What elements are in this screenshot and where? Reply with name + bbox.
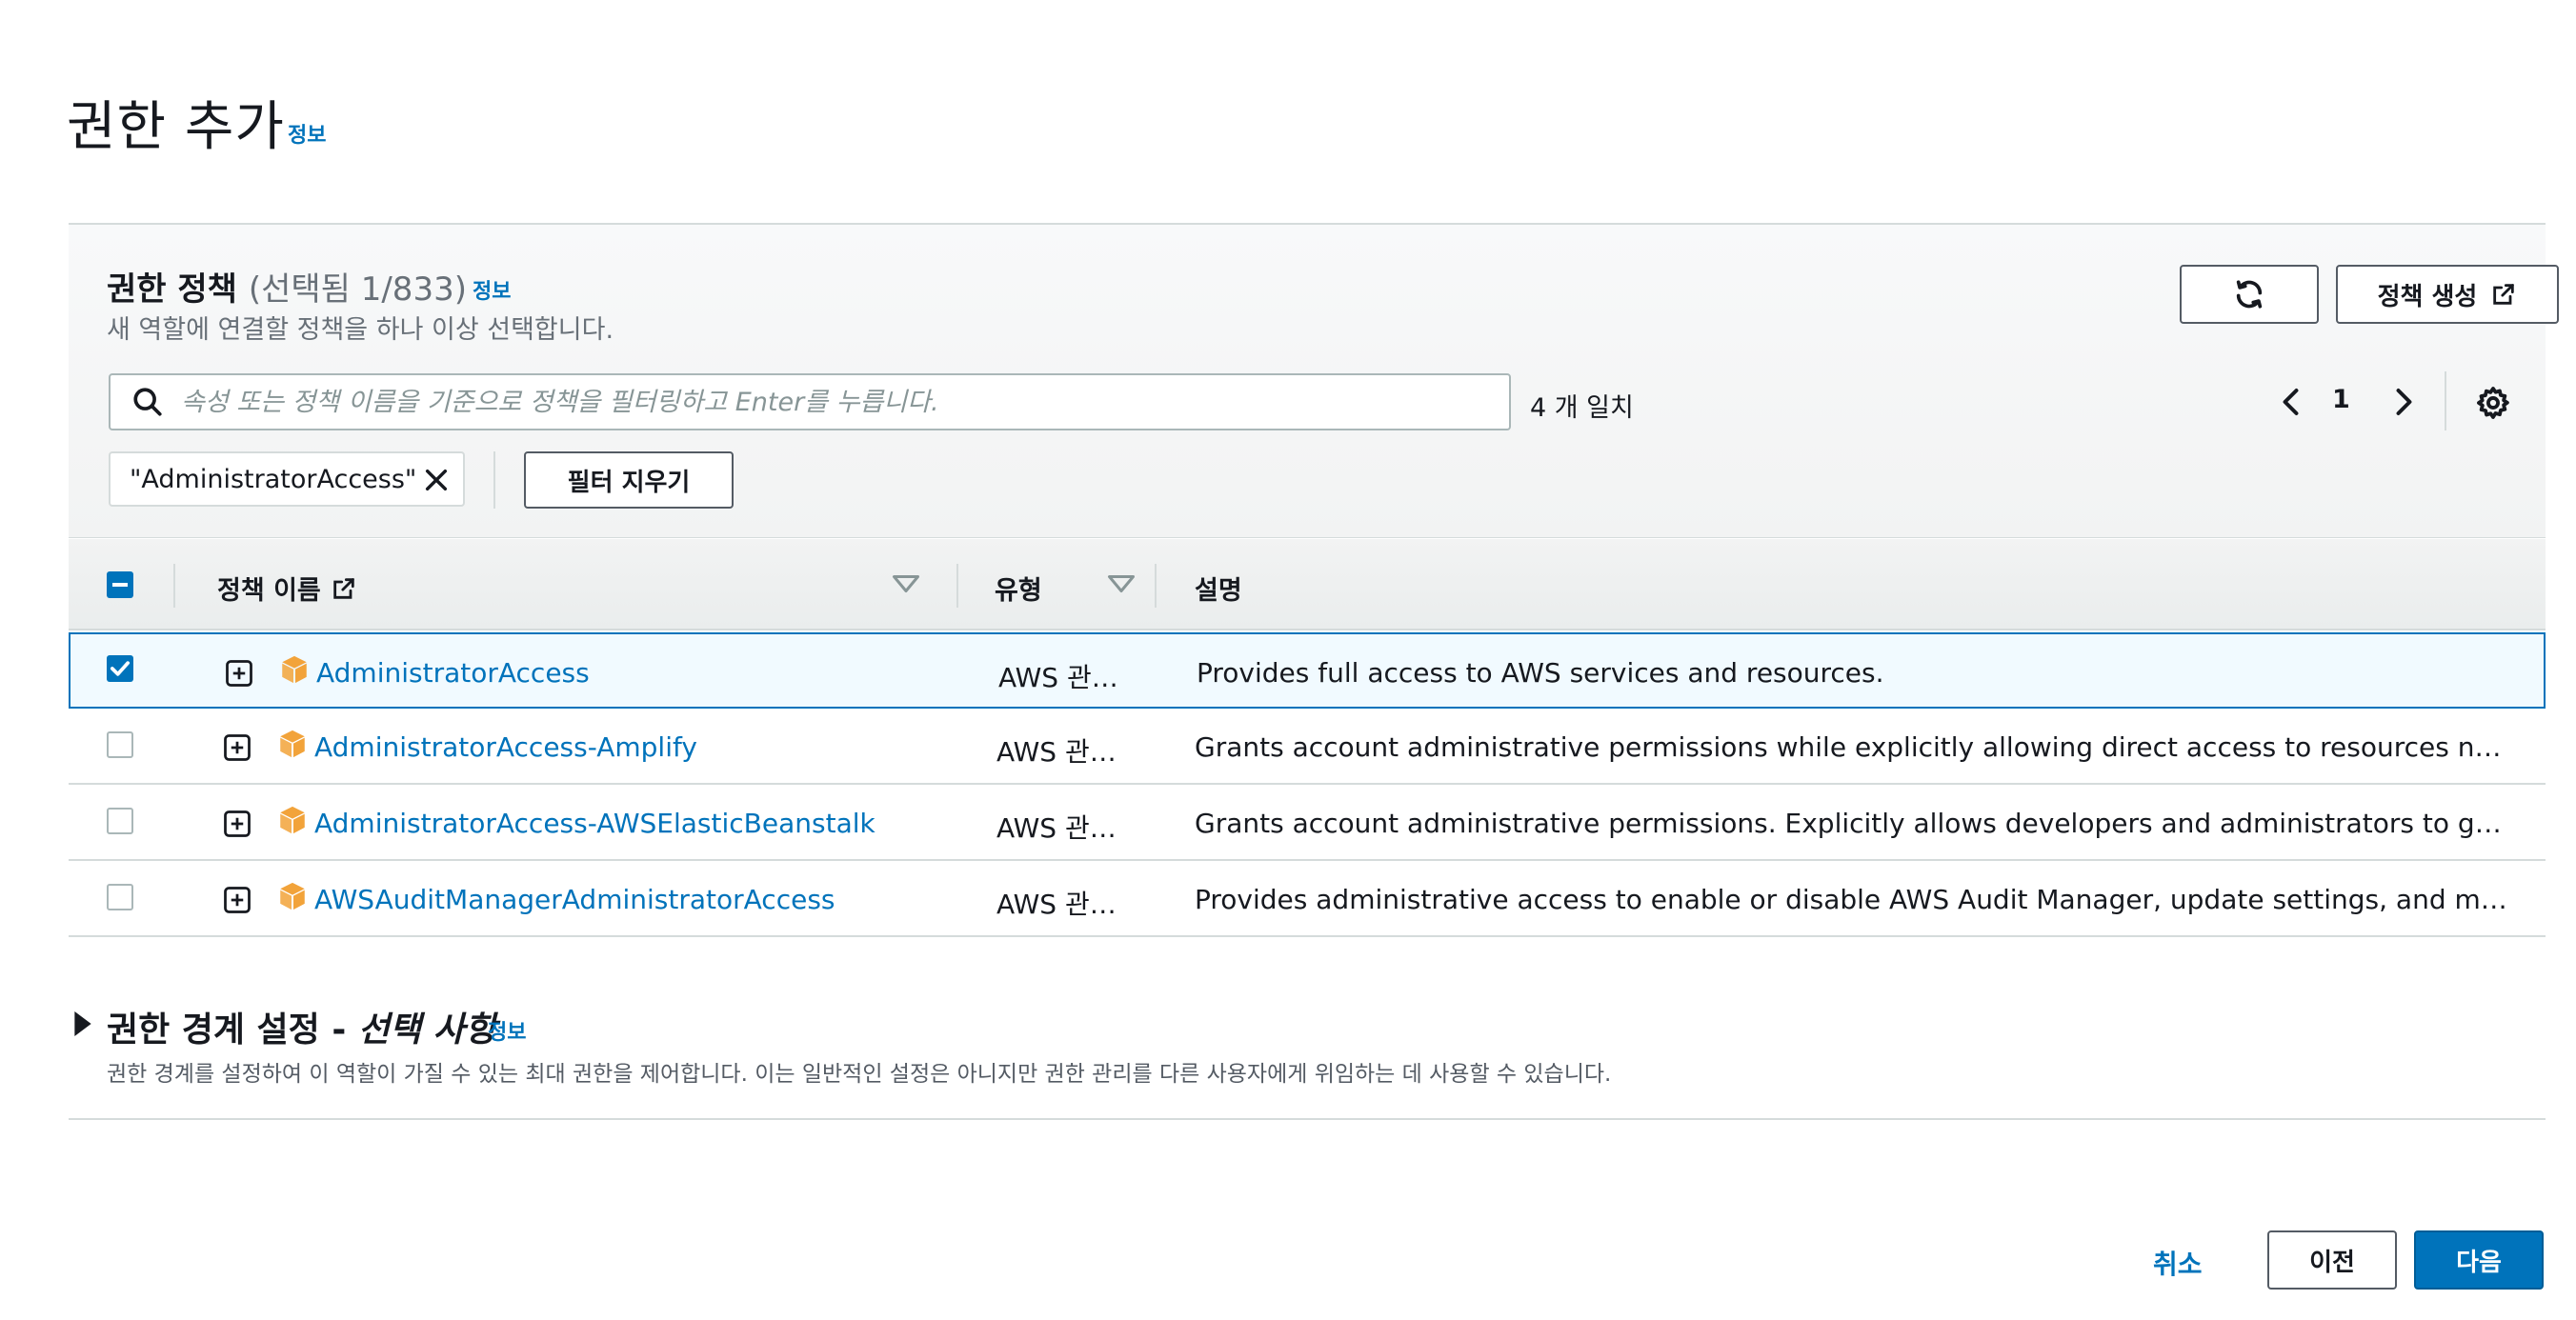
policy-name-link[interactable]: AdministratorAccess-AWSElasticBeanstalk [314,808,1038,839]
gear-icon[interactable] [2475,385,2511,421]
match-count: 4 개 일치 [1530,393,1634,423]
row-checkbox[interactable] [107,655,133,682]
boundary-description: 권한 경계를 설정하여 이 역할이 가질 수 있는 최대 권한을 제어합니다. … [107,1062,1612,1087]
row-checkbox[interactable] [107,731,133,758]
column-policy-name-label: 정책 이름 [217,576,321,606]
policies-header: 권한 정책 (선택됨 1/833) 정보 새 역할에 연결할 정책을 하나 이상… [69,225,2559,538]
policy-type: AWS 관… [996,736,1117,768]
boundary-info-link[interactable]: 정보 [488,1015,526,1046]
boundary-title-text: 권한 경계 설정 - [107,1010,358,1050]
policy-name-link[interactable]: AdministratorAccess-Amplify [314,731,1038,763]
column-divider [173,564,175,608]
expand-plus-icon[interactable] [223,886,252,914]
filter-token-label: "AdministratorAccess" [130,464,417,494]
current-page-number[interactable]: 1 [2332,385,2350,414]
policy-type: AWS 관… [998,662,1118,693]
policy-type: AWS 관… [996,889,1117,920]
select-all-checkbox[interactable] [107,571,133,598]
previous-button[interactable]: 이전 [2267,1230,2397,1290]
token-divider [493,451,495,509]
column-header-description: 설명 [1195,576,1242,606]
table-header: 정책 이름 유형 설명 [69,539,2546,630]
page-info-link[interactable]: 정보 [288,118,326,149]
aws-managed-box-icon [280,882,305,910]
row-checkbox[interactable] [107,884,133,910]
aws-managed-box-icon [282,655,307,684]
external-link-icon [2493,284,2515,305]
policy-description: Provides full access to AWS services and… [1197,657,1884,689]
clear-filters-button[interactable]: 필터 지우기 [524,451,734,509]
filter-token: "AdministratorAccess" [109,451,465,507]
pager-divider [2445,371,2446,430]
expand-plus-icon[interactable] [223,733,252,762]
table-row[interactable]: AdministratorAccess-Amplify AWS 관… Grants … [69,709,2546,785]
policy-description: Provides administrative access to enable… [1195,884,2509,915]
policies-title-text: 권한 정책 [107,270,237,309]
aws-managed-box-icon [280,806,305,834]
refresh-button[interactable] [2180,265,2319,324]
policy-search-input[interactable] [179,386,1498,418]
row-checkbox[interactable] [107,808,133,834]
policies-description: 새 역할에 연결할 정책을 하나 이상 선택합니다. [107,315,614,345]
policy-name-link[interactable]: AWSAuditManagerAdministratorAccess [314,884,1038,915]
sort-down-icon[interactable] [892,573,920,594]
cancel-button[interactable]: 취소 [2153,1244,2203,1282]
sort-down-icon[interactable] [1107,573,1136,594]
refresh-icon [2236,280,2263,309]
table-row[interactable]: AWSAuditManagerAdministratorAccess AWS 관…… [69,861,2546,937]
column-header-type[interactable]: 유형 [995,570,1042,607]
expand-plus-icon[interactable] [223,810,252,838]
boundary-optional-text: 선택 사항 [357,1010,496,1050]
create-policy-label: 정책 생성 [2377,282,2478,311]
column-header-policy-name[interactable]: 정책 이름 [217,570,357,607]
checkmark-icon [110,661,131,676]
chevron-left-icon[interactable] [2275,385,2309,419]
next-button[interactable]: 다음 [2414,1230,2544,1290]
table-row[interactable]: AdministratorAccess AWS 관… Provides full a… [69,632,2546,709]
policy-name-link[interactable]: AdministratorAccess [316,657,1040,689]
caret-right-icon[interactable] [74,1011,91,1036]
section-divider [69,1118,2546,1120]
chevron-right-icon[interactable] [2385,385,2420,419]
policy-search-box[interactable] [109,373,1511,430]
external-link-icon [333,577,354,599]
expand-plus-icon[interactable] [225,659,253,688]
create-policy-button[interactable]: 정책 생성 [2336,265,2559,324]
policies-info-link[interactable]: 정보 [473,274,511,305]
search-icon [133,388,162,416]
column-divider [1155,564,1157,608]
close-icon[interactable] [421,465,452,495]
permissions-boundary-title[interactable]: 권한 경계 설정 - 선택 사항 [107,1002,496,1051]
column-divider [956,564,958,608]
policies-selected-count: (선택됨 1/833) [248,270,467,309]
policy-description: Grants account administrative permission… [1195,731,2509,763]
policy-description: Grants account administrative permission… [1195,808,2509,839]
page-title: 권한 추가 [67,96,285,158]
table-row[interactable]: AdministratorAccess-AWSElasticBeanstalk A… [69,785,2546,861]
policy-type: AWS 관… [996,812,1117,844]
aws-managed-box-icon [280,730,305,758]
permission-policies-panel: 권한 정책 (선택됨 1/833) 정보 새 역할에 연결할 정책을 하나 이상… [69,223,2559,944]
policies-title: 권한 정책 (선택됨 1/833) [107,263,467,310]
